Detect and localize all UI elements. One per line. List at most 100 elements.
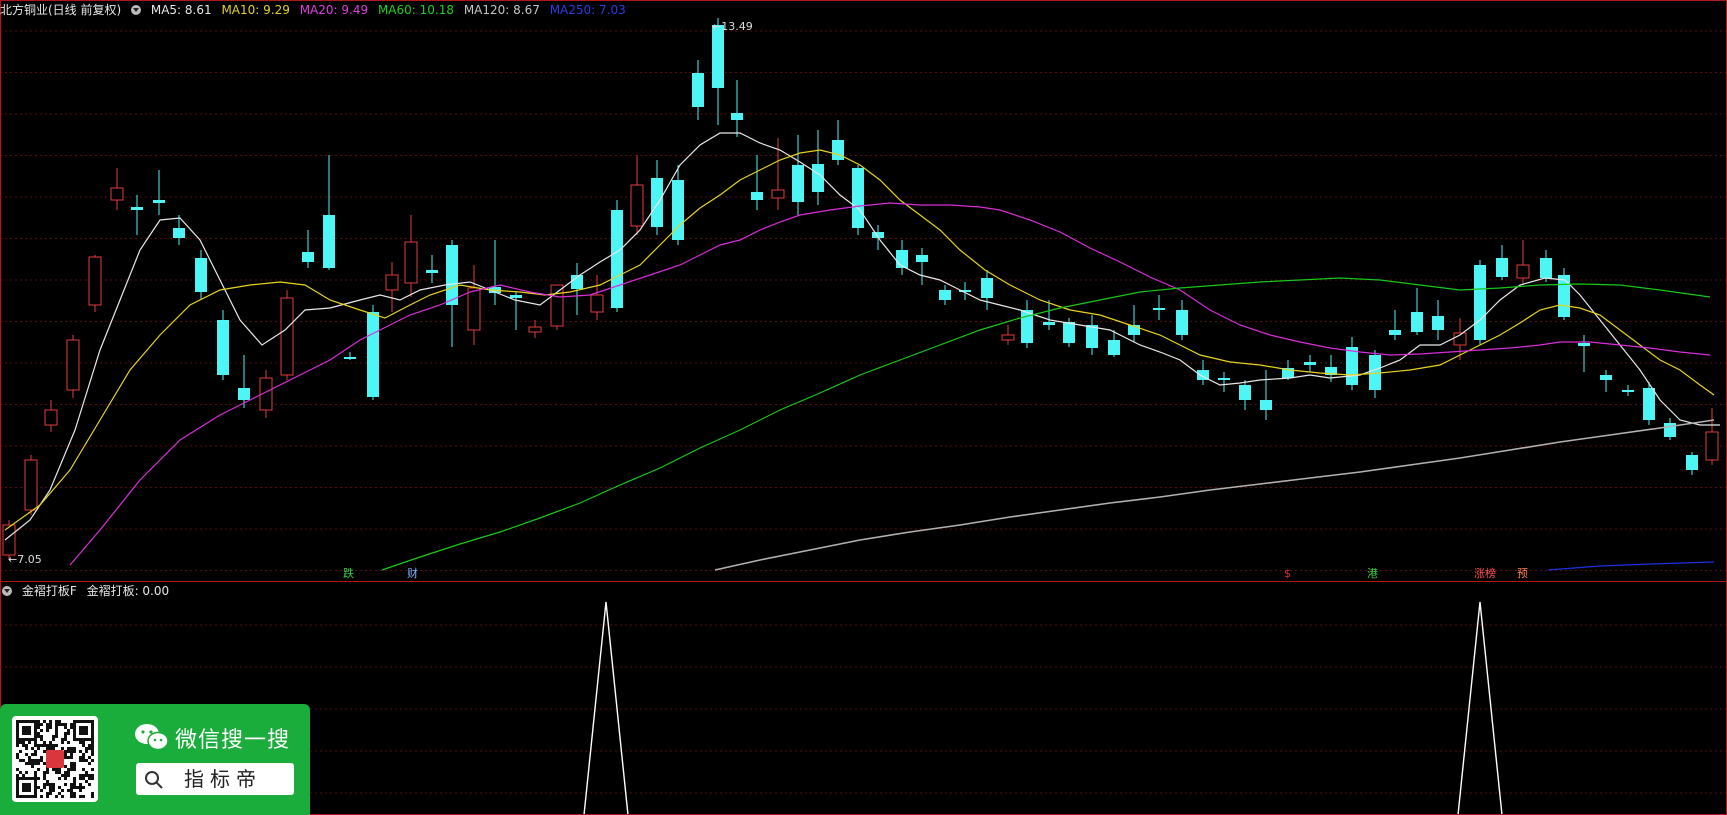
candle	[1260, 370, 1272, 420]
wechat-icon	[135, 724, 169, 751]
high-price-value: 13.49	[721, 20, 753, 33]
event-marker-cai[interactable]: 财	[407, 568, 418, 580]
candle	[1686, 452, 1698, 475]
candle	[1622, 385, 1634, 396]
candle	[88, 255, 102, 312]
chart-canvas[interactable]	[0, 0, 1727, 815]
event-marker-die[interactable]: 跌	[343, 568, 354, 580]
candle	[323, 155, 335, 270]
candle	[1001, 325, 1015, 345]
search-icon	[145, 771, 163, 789]
candle	[446, 240, 458, 347]
candle	[385, 262, 399, 312]
wechat-search-title: 微信搜一搜	[175, 728, 291, 753]
main-chart-header: 北方铜业(日线 前复权) MA5: 8.61 MA10: 9.29 MA20: …	[0, 2, 632, 18]
qr-code-pattern	[16, 720, 94, 798]
stock-title: 北方铜业(日线 前复权)	[0, 3, 122, 17]
event-marker-zhangbang[interactable]: 涨榜	[1474, 568, 1496, 580]
candle	[426, 255, 438, 283]
indicator-name: 金褶打板F	[21, 584, 77, 598]
ma20-line	[69, 202, 1711, 566]
candle	[1643, 382, 1655, 425]
qr-code	[12, 716, 98, 802]
wechat-search-ad[interactable]: 微信搜一搜 指标帝	[0, 704, 310, 815]
indicator-toggle-icon[interactable]	[2, 586, 12, 596]
candle	[832, 120, 844, 165]
candle	[1153, 295, 1165, 320]
candle	[1705, 408, 1719, 465]
candle	[731, 80, 743, 137]
candle	[1128, 305, 1140, 342]
candle	[1389, 310, 1401, 340]
ma60-value: MA60: 10.18	[377, 3, 454, 17]
candle	[939, 285, 951, 305]
low-price-value: 7.05	[17, 553, 42, 566]
candle	[195, 250, 207, 300]
candle	[510, 292, 522, 330]
candle	[692, 60, 704, 120]
candle	[302, 230, 314, 268]
candle	[712, 18, 724, 125]
candle	[153, 170, 165, 215]
candle	[630, 155, 644, 235]
candle	[1453, 318, 1467, 360]
wechat-search-box[interactable]: 指标帝	[136, 763, 294, 795]
low-price-label: ←7.05	[8, 553, 42, 566]
chart-border	[0, 0, 1727, 815]
ma250-line	[1547, 561, 1715, 571]
candle	[217, 310, 229, 380]
candle	[1496, 245, 1508, 280]
candle	[1578, 335, 1590, 372]
high-price-label: ←13.49	[712, 20, 753, 33]
candle	[751, 155, 763, 210]
ma250-value: MA250: 7.03	[549, 3, 626, 17]
candle	[1197, 360, 1209, 385]
ma20-value: MA20: 9.49	[299, 3, 369, 17]
wechat-search-text: 指标帝	[184, 767, 262, 791]
candle	[280, 290, 294, 380]
ma5-value: MA5: 8.61	[150, 3, 212, 17]
candle	[1432, 300, 1444, 340]
candle	[110, 168, 124, 210]
indicator-header: 金褶打板F 金褶打板: 0.00	[0, 583, 175, 599]
candle	[1516, 240, 1530, 285]
event-marker-yu[interactable]: 预	[1517, 568, 1528, 580]
event-marker-dollar[interactable]: $	[1284, 568, 1291, 580]
candle	[66, 335, 80, 398]
indicator-value: 金褶打板: 0.00	[86, 584, 170, 598]
collapse-toggle-icon[interactable]	[131, 5, 142, 15]
grid-lines	[0, 30, 1727, 794]
candle	[467, 265, 481, 345]
candle	[1021, 300, 1033, 348]
candle	[489, 240, 501, 305]
candle	[1600, 370, 1612, 392]
candle	[916, 248, 928, 285]
candle	[611, 200, 623, 312]
candle	[1411, 288, 1423, 335]
candle	[131, 195, 143, 235]
candle	[590, 275, 604, 320]
candle	[1540, 250, 1552, 282]
candlestick-series	[2, 18, 1719, 560]
event-marker-gang[interactable]: 港	[1367, 568, 1378, 580]
candle	[367, 305, 379, 400]
qr-center-logo	[46, 750, 64, 768]
candle	[1558, 268, 1570, 320]
high-arrow-icon: ←	[712, 20, 722, 33]
candle	[1664, 418, 1676, 440]
low-arrow-icon: ←	[8, 553, 18, 566]
candle	[812, 130, 824, 205]
candle	[792, 135, 804, 215]
candle	[981, 270, 993, 310]
candle	[528, 320, 542, 338]
candle	[24, 455, 38, 515]
candle	[1474, 260, 1486, 345]
candle	[404, 215, 418, 297]
candle	[852, 165, 864, 235]
candle	[1218, 372, 1230, 392]
candle	[1239, 380, 1251, 410]
candle	[344, 352, 356, 360]
candle	[173, 215, 185, 245]
candle	[1304, 355, 1316, 372]
ma10-value: MA10: 9.29	[221, 3, 290, 17]
